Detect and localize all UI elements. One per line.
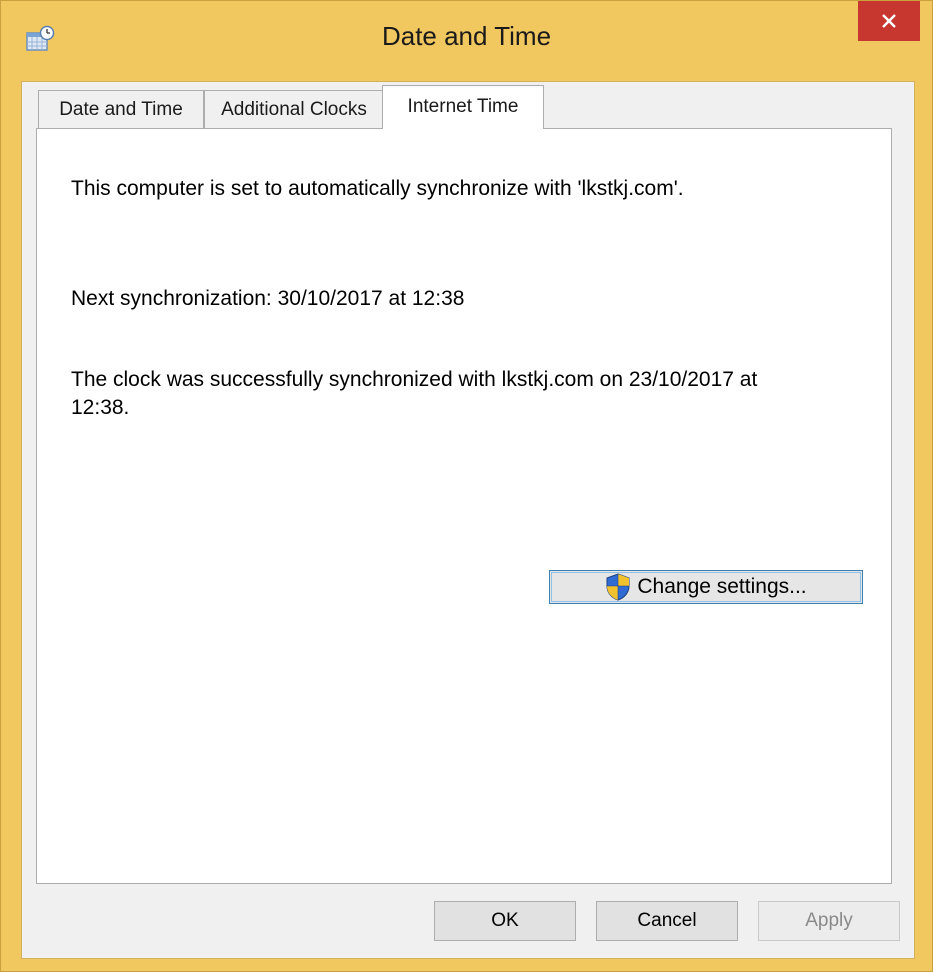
uac-shield-icon <box>606 573 630 601</box>
last-sync-text-line2: 12:38. <box>71 396 130 419</box>
window-title: Date and Time <box>381 21 552 51</box>
change-settings-button[interactable]: Change settings... <box>549 570 863 604</box>
ok-button[interactable]: OK <box>434 901 576 941</box>
title-bar[interactable]: Date and Time <box>1 1 932 81</box>
date-time-dialog: Date and Time Date and Time Additional C… <box>0 0 933 972</box>
close-button[interactable] <box>858 1 920 41</box>
last-sync-text-line1: The clock was successfully synchronized … <box>71 368 758 391</box>
sync-status-text: This computer is set to automatically sy… <box>71 177 684 200</box>
internet-time-panel: This computer is set to automatically sy… <box>36 128 892 884</box>
next-sync-text: Next synchronization: 30/10/2017 at 12:3… <box>71 287 465 310</box>
apply-button[interactable]: Apply <box>758 901 900 941</box>
tab-internet-time[interactable]: Internet Time <box>382 85 544 129</box>
dialog-client-area: Date and Time Additional Clocks Internet… <box>21 81 915 959</box>
change-settings-label: Change settings... <box>637 575 807 598</box>
tab-date-and-time[interactable]: Date and Time <box>38 90 204 128</box>
cancel-button[interactable]: Cancel <box>596 901 738 941</box>
tab-additional-clocks[interactable]: Additional Clocks <box>204 90 384 128</box>
close-icon <box>882 14 896 28</box>
